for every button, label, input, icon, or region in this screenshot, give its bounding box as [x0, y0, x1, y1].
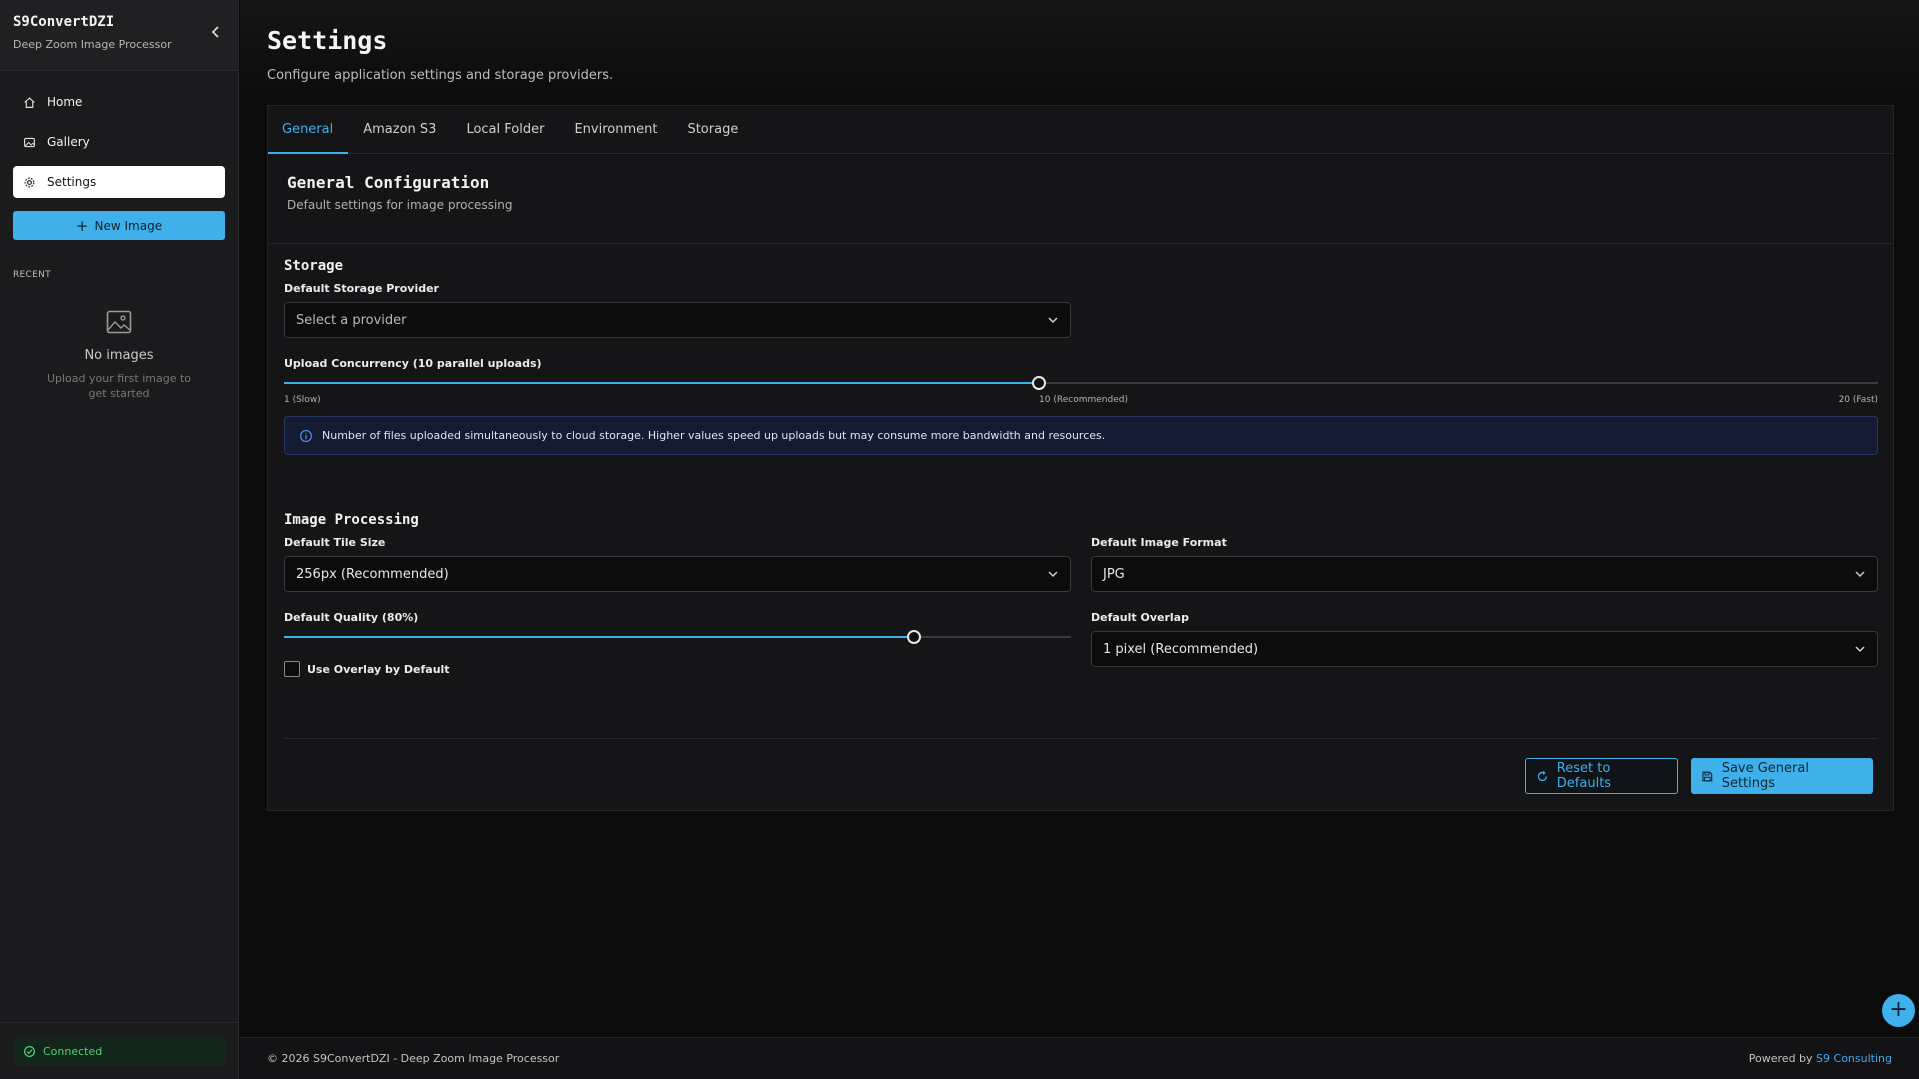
save-icon [1702, 771, 1713, 781]
chevron-left-icon [211, 26, 219, 38]
config-title: General Configuration [287, 173, 490, 192]
refresh-icon [1537, 770, 1548, 781]
main-content: Settings Configure application settings … [240, 0, 1919, 1079]
plus-icon: + [75, 216, 89, 235]
slider-fill [284, 636, 914, 638]
page-subtitle: Configure application settings and stora… [267, 68, 614, 83]
sidebar-item-label: Home [47, 95, 83, 109]
reset-label: Reset to Defaults [1556, 761, 1612, 791]
concurrency-info: Number of files uploaded simultaneously … [284, 416, 1878, 455]
slider-thumb[interactable] [906, 630, 921, 644]
tile-size-select[interactable]: 256px (Recommended) [284, 556, 1071, 592]
format-value: JPG [1103, 566, 1125, 582]
brand: S9ConvertDZI Deep Zoom Image Processor [0, 0, 238, 71]
tile-size-label: Default Tile Size [284, 536, 386, 549]
sidebar: S9ConvertDZI Deep Zoom Image Processor H… [0, 0, 239, 1079]
chevron-down-icon [1048, 317, 1058, 324]
sidebar-item-label: Gallery [47, 135, 90, 149]
processing-title: Image Processing [284, 512, 419, 528]
new-image-button[interactable]: + New Image [13, 211, 225, 240]
brand-subtitle: Deep Zoom Image Processor [13, 38, 172, 51]
storage-title: Storage [284, 258, 344, 274]
format-label: Default Image Format [1091, 536, 1227, 549]
slider-fill [284, 382, 1040, 384]
storage-section: Storage Default Storage Provider Select … [284, 258, 1878, 455]
chevron-down-icon [1855, 646, 1865, 653]
concurrency-label: Upload Concurrency (10 parallel uploads) [284, 357, 542, 370]
tick-max: 20 (Fast) [1838, 395, 1878, 405]
save-settings-button[interactable]: Save General Settings [1691, 758, 1873, 794]
overlay-checkbox[interactable] [284, 661, 300, 677]
storage-provider-select[interactable]: Select a provider [284, 302, 1071, 338]
quality-slider[interactable] [284, 630, 1071, 644]
tick-recommended: 10 (Recommended) [1039, 395, 1128, 405]
image-placeholder-icon [106, 310, 132, 334]
page-title: Settings [267, 26, 388, 55]
config-subtitle: Default settings for image processing [287, 198, 513, 212]
overlap-select[interactable]: 1 pixel (Recommended) [1091, 631, 1878, 667]
sidebar-item-settings[interactable]: Settings [13, 166, 225, 198]
recent-heading: RECENT [13, 270, 51, 280]
collapse-sidebar-button[interactable] [208, 24, 224, 40]
page-header: Settings Configure application settings … [240, 0, 1919, 105]
quality-label: Default Quality (80%) [284, 611, 419, 624]
home-icon [24, 96, 35, 108]
settings-tabs: General Amazon S3 Local Folder Environme… [267, 106, 1893, 154]
sidebar-item-home[interactable]: Home [13, 86, 225, 118]
company-link[interactable]: S9 Consulting [1816, 1052, 1892, 1065]
sidebar-footer: Connected [0, 1022, 239, 1079]
sidebar-item-gallery[interactable]: Gallery [13, 126, 225, 158]
provider-placeholder: Select a provider [296, 312, 407, 328]
slider-thumb[interactable] [1032, 376, 1047, 390]
tab-storage[interactable]: Storage [687, 106, 753, 153]
gallery-icon [24, 137, 35, 147]
sidebar-nav: Home Gallery Settings [0, 71, 238, 198]
save-label: Save General Settings [1721, 761, 1809, 791]
empty-title: No images [84, 348, 154, 363]
actions-divider [284, 738, 1878, 739]
reset-defaults-button[interactable]: Reset to Defaults [1525, 758, 1678, 794]
brand-title: S9ConvertDZI [13, 14, 115, 30]
sidebar-item-label: Settings [47, 175, 97, 189]
floating-add-button[interactable]: + [1882, 994, 1915, 1027]
concurrency-ticks: 1 (Slow) 10 (Recommended) 20 (Fast) [284, 395, 1878, 407]
info-icon [300, 429, 312, 442]
chevron-down-icon [1855, 571, 1865, 578]
page-footer: © 2026 S9ConvertDZI - Deep Zoom Image Pr… [240, 1037, 1919, 1079]
tick-min: 1 (Slow) [284, 395, 321, 405]
overlap-label: Default Overlap [1091, 611, 1189, 624]
new-image-label: New Image [94, 218, 163, 233]
check-circle-icon [24, 1046, 35, 1057]
info-text: Number of files uploaded simultaneously … [322, 429, 1106, 442]
overlap-value: 1 pixel (Recommended) [1103, 641, 1259, 657]
tab-amazon-s3[interactable]: Amazon S3 [363, 106, 451, 153]
image-format-select[interactable]: JPG [1091, 556, 1878, 592]
settings-panel: General Amazon S3 Local Folder Environme… [267, 105, 1894, 811]
powered-by: Powered by S9 Consulting [1749, 1052, 1892, 1065]
empty-subtitle: Upload your first image to get started [46, 372, 192, 400]
copyright: © 2026 S9ConvertDZI - Deep Zoom Image Pr… [267, 1052, 560, 1065]
tab-environment[interactable]: Environment [574, 106, 672, 153]
upload-concurrency-slider[interactable] [284, 376, 1878, 390]
powered-by-text: Powered by [1748, 1052, 1813, 1065]
provider-label: Default Storage Provider [284, 282, 439, 295]
overlay-option[interactable]: Use Overlay by Default [284, 661, 450, 677]
tab-local-folder[interactable]: Local Folder [466, 106, 559, 153]
config-header: General Configuration Default settings f… [268, 154, 1893, 244]
tile-size-value: 256px (Recommended) [296, 566, 449, 582]
connection-status: Connected [13, 1037, 226, 1066]
status-text: Connected [43, 1045, 103, 1058]
gear-icon [24, 177, 35, 187]
plus-icon: + [1889, 997, 1908, 1022]
image-processing-section: Image Processing Default Tile Size 256px… [284, 512, 1878, 677]
overlay-label: Use Overlay by Default [307, 662, 450, 676]
tab-general[interactable]: General [267, 106, 349, 154]
recent-empty-state: No images Upload your first image to get… [0, 310, 238, 401]
chevron-down-icon [1048, 571, 1058, 578]
